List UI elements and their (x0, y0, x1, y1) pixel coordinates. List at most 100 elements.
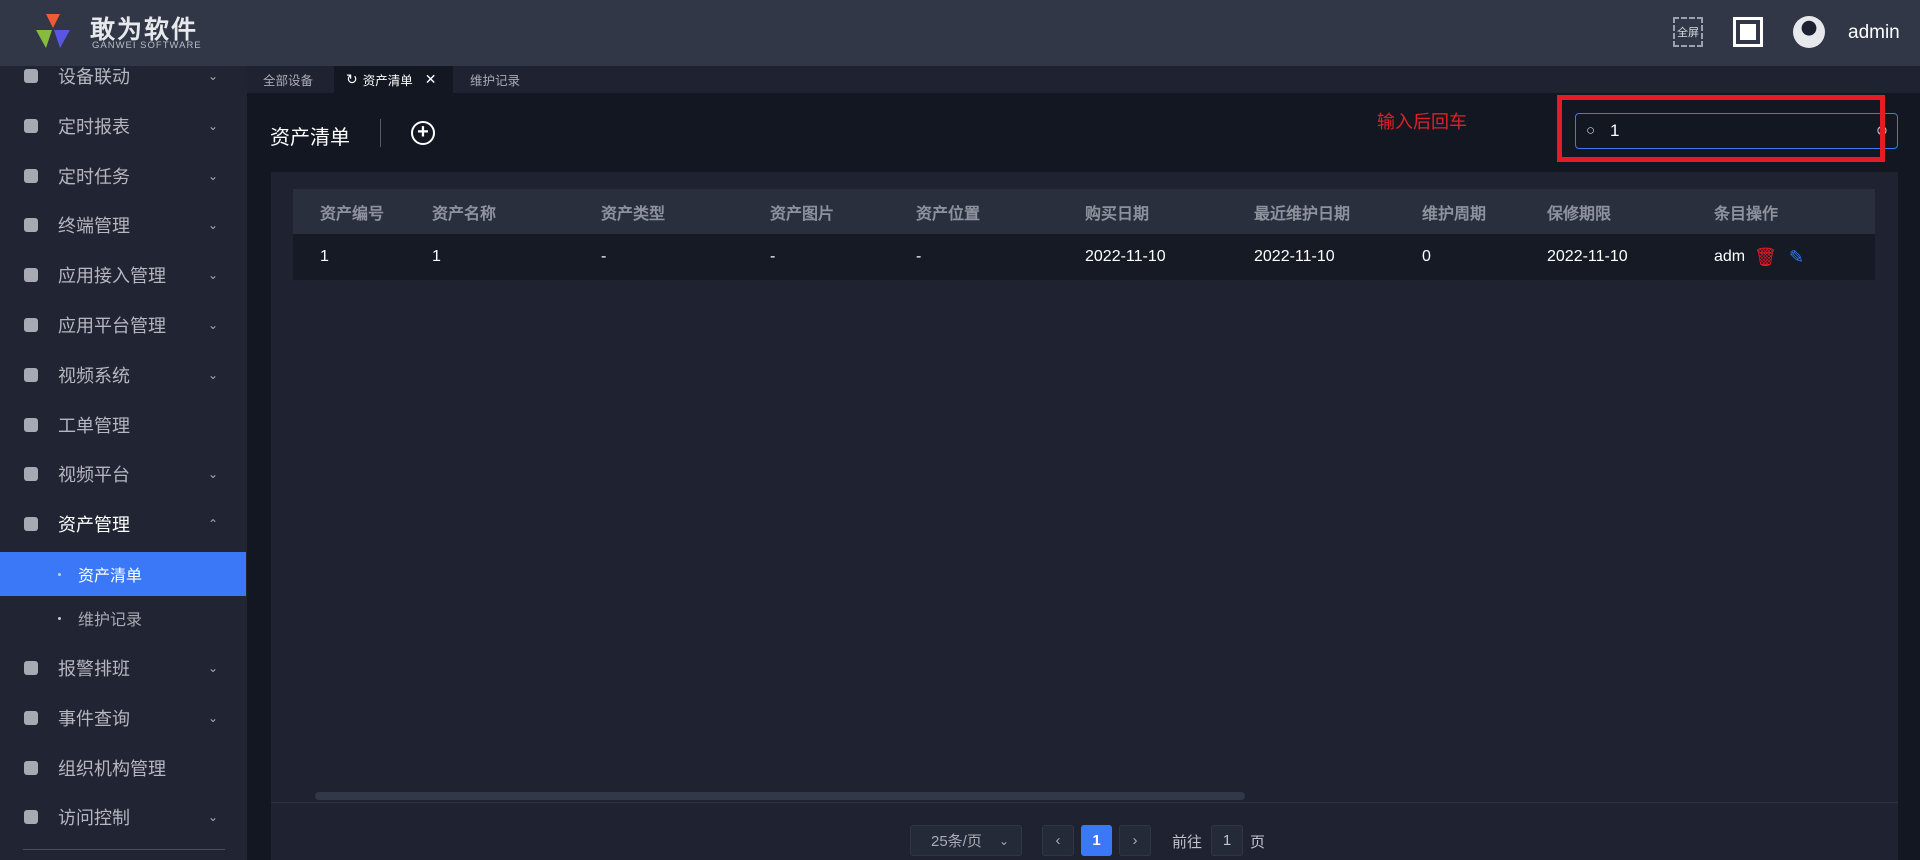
table-cell: 1 (320, 248, 329, 265)
column-header[interactable]: 保修期限 (1547, 189, 1697, 234)
menu-icon (24, 710, 38, 725)
sidebar-item[interactable]: 定时报表 ⌄ (0, 102, 247, 150)
page-suffix: 页 (1250, 834, 1266, 851)
sidebar-item[interactable]: 工单管理 (0, 401, 247, 449)
asset-table: 资产编号 资产名称 资产类型 资产图片 资产位置 购买日期 最近维护日期 维护周期 保修期限 条目… (293, 189, 1875, 280)
annotation-hint: 输入后回车 (1377, 112, 1467, 132)
column-header[interactable]: 最近维护日期 (1254, 189, 1404, 234)
column-header[interactable]: 资产名称 (432, 189, 582, 234)
sidebar-item-label: 组织机构管理 (58, 758, 166, 779)
sidebar-item-label: 设备联动 (58, 67, 130, 87)
column-header[interactable]: 购买日期 (1085, 189, 1235, 234)
sidebar-subitem-label: 资产清单 (78, 568, 143, 585)
page-1-button[interactable]: 1 (1081, 825, 1112, 856)
ganwei-logo (36, 14, 70, 48)
column-header[interactable]: 条目 (1714, 189, 1746, 234)
sidebar-subitem[interactable]: 资产清单 (0, 552, 246, 596)
menu-icon (24, 367, 38, 382)
tab-maintenance-records[interactable]: 维护记录 (470, 66, 530, 93)
chevron-left-icon: ‹ (1055, 832, 1061, 849)
menu-icon (24, 467, 38, 482)
menu-icon (24, 661, 38, 675)
bullet-icon (58, 616, 61, 620)
table-cell: 1 (432, 248, 441, 265)
column-header[interactable]: 维护周期 (1422, 189, 1522, 234)
sidebar-item[interactable]: 应用平台管理 ⌄ (0, 301, 247, 349)
menu-icon (24, 268, 38, 283)
goto-value: 1 (1222, 832, 1232, 849)
sidebar-item[interactable]: 应用接入管理 ⌄ (0, 251, 247, 299)
edit-icon[interactable]: ✎ (1789, 234, 1804, 280)
avatar[interactable] (1793, 16, 1825, 48)
sidebar-item-label: 报警排班 (58, 659, 130, 679)
table-header: 资产编号 资产名称 资产类型 资产图片 资产位置 购买日期 最近维护日期 维护周期 保修期限 条目… (293, 189, 1875, 234)
sidebar-item[interactable]: 报警排班 ⌄ (0, 644, 247, 692)
sidebar-item[interactable]: 设备联动 ⌄ (0, 66, 247, 100)
menu-icon (24, 318, 38, 332)
delete-icon[interactable]: 🗑 (1754, 234, 1777, 280)
goto-label: 前往 (1172, 834, 1203, 851)
table-row: 11---2022-11-102022-11-1002022-11-10admi… (293, 234, 1875, 280)
horizontal-scrollbar[interactable] (315, 792, 1245, 800)
sidebar-item[interactable]: 访问控制 ⌄ (0, 793, 247, 841)
fullscreen-text-button[interactable]: 全屏 (1673, 17, 1703, 47)
next-page-button[interactable]: › (1119, 825, 1151, 856)
refresh-icon[interactable]: ↻ (346, 71, 358, 88)
sidebar-item[interactable]: 资产管理 ⌃ (0, 500, 247, 548)
chevron-icon: ⌄ (208, 268, 219, 283)
goto-page-input[interactable]: 1 (1211, 825, 1243, 856)
column-header[interactable]: 操作 (1746, 189, 1866, 234)
column-header[interactable]: 资产编号 (320, 189, 420, 234)
fullscreen-label: 全屏 (1677, 27, 1699, 39)
chevron-icon: ⌄ (208, 318, 219, 332)
tab-asset-list[interactable]: ↻ 资产清单 ✕ (334, 66, 453, 93)
sidebar-item-label: 定时报表 (58, 116, 130, 137)
sidebar-item-label: 视频平台 (58, 465, 130, 486)
fullscreen-icon[interactable] (1733, 17, 1763, 47)
chevron-icon: ⌄ (208, 118, 219, 133)
chevron-icon: ⌄ (208, 367, 219, 382)
add-asset-button[interactable]: + (411, 121, 435, 145)
sidebar: 设备联动 ⌄ 定时报表 ⌄ 定时任务 ⌄ 终端管理 ⌄ 应用接入管理 ⌄ 应用平台管理 ⌄ 视频系统 ⌄ 工… (0, 66, 247, 860)
table-cell: - (770, 248, 776, 265)
sidebar-item-label: 访问控制 (58, 808, 130, 829)
menu-icon (24, 810, 38, 825)
sidebar-item[interactable]: 事件查询 ⌄ (0, 694, 247, 742)
column-header[interactable]: 资产图片 (770, 189, 890, 234)
user-name[interactable]: admin (1848, 22, 1900, 44)
menu-icon (24, 118, 38, 133)
chevron-icon: ⌄ (208, 467, 219, 482)
sidebar-divider (23, 849, 225, 850)
brand-subtitle: GANWEI SOFTWARE (92, 40, 202, 51)
pagination-divider (271, 802, 1898, 803)
table-cell: - (916, 248, 922, 265)
column-header[interactable]: 资产类型 (601, 189, 751, 234)
sidebar-item-label: 定时任务 (58, 166, 130, 187)
page-size-value: 25条/页 (931, 833, 982, 850)
tab-all-devices[interactable]: 全部设备 (263, 66, 323, 93)
sidebar-item[interactable]: 视频平台 ⌄ (0, 450, 247, 498)
chevron-down-icon: ⌄ (998, 833, 1009, 848)
page-size-select[interactable]: 25条/页 ⌄ (910, 825, 1022, 856)
chevron-right-icon: › (1132, 832, 1138, 849)
sidebar-item[interactable]: 视频系统 ⌄ (0, 351, 247, 399)
menu-icon (24, 168, 38, 183)
close-icon[interactable]: ✕ (425, 71, 437, 88)
title-divider (380, 119, 381, 147)
sidebar-subitem-label: 维护记录 (78, 612, 143, 629)
page-title: 资产清单 (270, 127, 350, 149)
sidebar-subitem[interactable]: 维护记录 (0, 596, 246, 640)
tab-label: 全部设备 (263, 74, 314, 88)
sidebar-item[interactable]: 定时任务 ⌄ (0, 152, 247, 200)
table-cell: 2022-11-10 (1085, 248, 1166, 265)
column-header[interactable]: 资产位置 (916, 189, 1066, 234)
sidebar-item[interactable]: 组织机构管理 (0, 744, 247, 792)
prev-page-button[interactable]: ‹ (1042, 825, 1074, 856)
sidebar-item-label: 视频系统 (58, 365, 130, 386)
sidebar-item-label: 应用平台管理 (58, 316, 166, 336)
sidebar-item[interactable]: 终端管理 ⌄ (0, 201, 247, 249)
chevron-icon: ⌄ (208, 661, 219, 675)
chevron-icon: ⌄ (208, 810, 219, 825)
table-cell: 2022-11-10 (1254, 248, 1335, 265)
bullet-icon (58, 572, 61, 576)
